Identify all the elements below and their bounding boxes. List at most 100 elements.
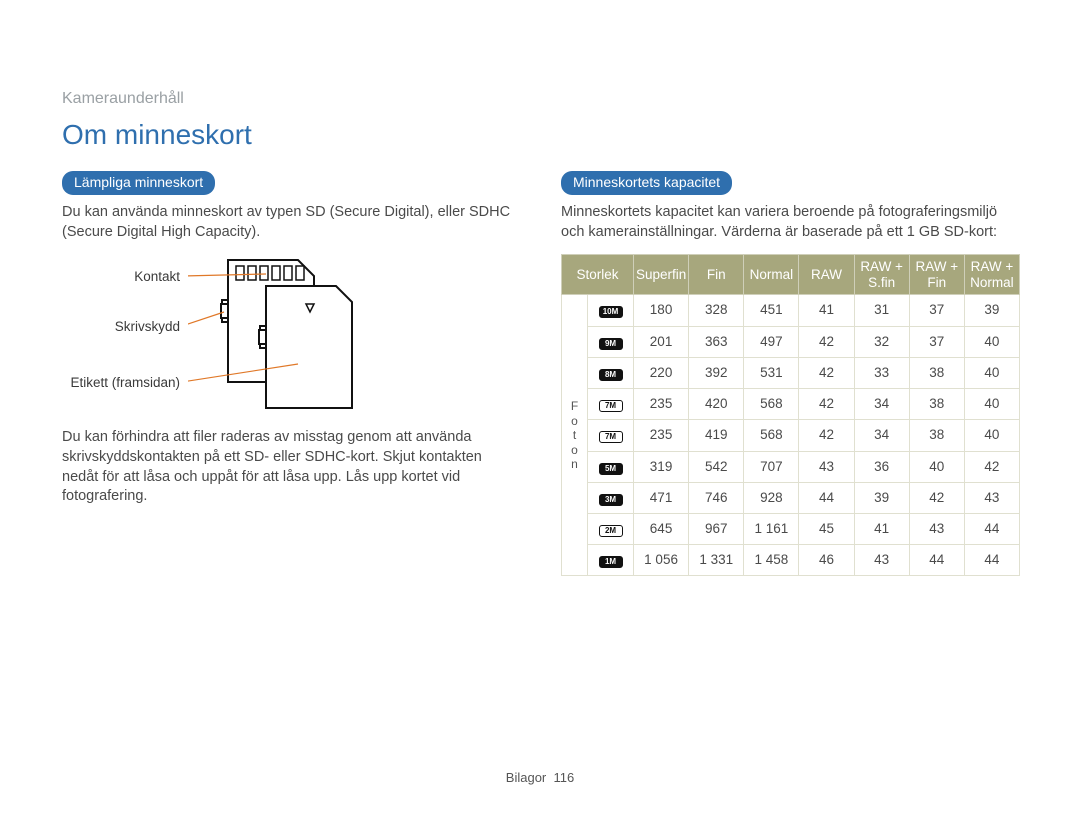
capacity-cell: 40	[964, 389, 1019, 420]
size-icon: 2M	[599, 525, 623, 537]
table-row: 7M23542056842343840	[562, 389, 1020, 420]
capacity-cell: 707	[744, 451, 799, 482]
capacity-cell: 34	[854, 420, 909, 451]
pill-suitable-cards: Lämpliga minneskort	[62, 171, 215, 195]
capacity-cell: 40	[964, 420, 1019, 451]
size-cell: 8M	[588, 357, 634, 388]
capacity-cell: 37	[909, 295, 964, 326]
th-fine: Fin	[689, 255, 744, 295]
capacity-cell: 471	[634, 482, 689, 513]
table-row: 5M31954270743364042	[562, 451, 1020, 482]
capacity-cell: 645	[634, 513, 689, 544]
breadcrumb: Kameraunderhåll	[62, 88, 1020, 110]
size-icon: 5M	[599, 463, 623, 475]
capacity-cell: 38	[909, 420, 964, 451]
capacity-cell: 42	[909, 482, 964, 513]
capacity-cell: 40	[909, 451, 964, 482]
capacity-cell: 40	[964, 357, 1019, 388]
page-footer: Bilagor 116	[0, 769, 1080, 787]
table-row: 7M23541956842343840	[562, 420, 1020, 451]
capacity-cell: 746	[689, 482, 744, 513]
capacity-cell: 33	[854, 357, 909, 388]
capacity-cell: 41	[854, 513, 909, 544]
figure-label-contact: Kontakt	[62, 268, 180, 286]
capacity-cell: 363	[689, 326, 744, 357]
capacity-cell: 319	[634, 451, 689, 482]
table-row: 8M22039253142333840	[562, 357, 1020, 388]
size-icon: 7M	[599, 431, 623, 443]
figure-label-front: Etikett (framsidan)	[62, 374, 180, 392]
footer-page-number: 116	[553, 770, 574, 785]
capacity-cell: 34	[854, 389, 909, 420]
capacity-cell: 44	[799, 482, 854, 513]
size-cell: 1M	[588, 545, 634, 576]
table-row: 1M1 0561 3311 45846434444	[562, 545, 1020, 576]
capacity-cell: 43	[854, 545, 909, 576]
table-row: 3M 47174692844394243	[562, 482, 1020, 513]
capacity-cell: 44	[964, 545, 1019, 576]
table-row: 2M6459671 16145414344	[562, 513, 1020, 544]
left-column: Lämpliga minneskort Du kan använda minne…	[62, 171, 521, 518]
capacity-cell: 568	[744, 420, 799, 451]
capacity-cell: 31	[854, 295, 909, 326]
capacity-cell: 419	[689, 420, 744, 451]
size-cell: 7M	[588, 420, 634, 451]
size-icon: 9M	[599, 338, 623, 350]
capacity-cell: 46	[799, 545, 854, 576]
capacity-cell: 44	[909, 545, 964, 576]
size-cell: 7M	[588, 389, 634, 420]
row-group-foton: Foton	[562, 295, 588, 576]
sd-card-figure: Kontakt Skrivskydd Etikett (framsidan)	[62, 254, 402, 414]
sd-card-illustration-svg	[188, 254, 398, 414]
size-cell: 10M	[588, 295, 634, 326]
capacity-cell: 36	[854, 451, 909, 482]
figure-label-write-protect: Skrivskydd	[62, 318, 180, 336]
table-row: Foton10M18032845141313739	[562, 295, 1020, 326]
capacity-cell: 220	[634, 357, 689, 388]
size-icon: 8M	[599, 369, 623, 381]
capacity-cell: 180	[634, 295, 689, 326]
size-icon: 10M	[599, 306, 623, 318]
capacity-cell: 451	[744, 295, 799, 326]
capacity-cell: 420	[689, 389, 744, 420]
th-superfine: Superfin	[634, 255, 689, 295]
page-title: Om minneskort	[62, 116, 1020, 154]
capacity-cell: 32	[854, 326, 909, 357]
capacity-table: Storlek Superfin Fin Normal RAW RAW + S.…	[561, 254, 1020, 576]
size-cell: 9M	[588, 326, 634, 357]
capacity-cell: 44	[964, 513, 1019, 544]
capacity-cell: 542	[689, 451, 744, 482]
right-intro-text: Minneskortets kapacitet kan variera bero…	[561, 203, 1020, 242]
table-row: 9M20136349742323740	[562, 326, 1020, 357]
capacity-cell: 39	[964, 295, 1019, 326]
capacity-cell: 531	[744, 357, 799, 388]
capacity-table-header-row: Storlek Superfin Fin Normal RAW RAW + S.…	[562, 255, 1020, 295]
th-raw-normal: RAW + Normal	[964, 255, 1019, 295]
capacity-cell: 235	[634, 389, 689, 420]
capacity-cell: 928	[744, 482, 799, 513]
capacity-cell: 42	[799, 420, 854, 451]
capacity-cell: 1 458	[744, 545, 799, 576]
th-normal: Normal	[744, 255, 799, 295]
capacity-cell: 201	[634, 326, 689, 357]
capacity-cell: 1 056	[634, 545, 689, 576]
capacity-cell: 43	[799, 451, 854, 482]
capacity-cell: 497	[744, 326, 799, 357]
th-raw: RAW	[799, 255, 854, 295]
size-icon: 3M	[599, 494, 623, 506]
right-column: Minneskortets kapacitet Minneskortets ka…	[561, 171, 1020, 576]
capacity-cell: 568	[744, 389, 799, 420]
th-raw-fin: RAW + Fin	[909, 255, 964, 295]
capacity-cell: 967	[689, 513, 744, 544]
size-cell: 2M	[588, 513, 634, 544]
size-cell: 3M	[588, 482, 634, 513]
pill-capacity: Minneskortets kapacitet	[561, 171, 732, 195]
left-body-text-2: Du kan förhindra att filer raderas av mi…	[62, 428, 521, 506]
capacity-cell: 39	[854, 482, 909, 513]
capacity-cell: 42	[799, 326, 854, 357]
capacity-cell: 43	[964, 482, 1019, 513]
capacity-cell: 1 161	[744, 513, 799, 544]
size-icon: 1M	[599, 556, 623, 568]
footer-section: Bilagor	[506, 770, 546, 785]
capacity-cell: 1 331	[689, 545, 744, 576]
